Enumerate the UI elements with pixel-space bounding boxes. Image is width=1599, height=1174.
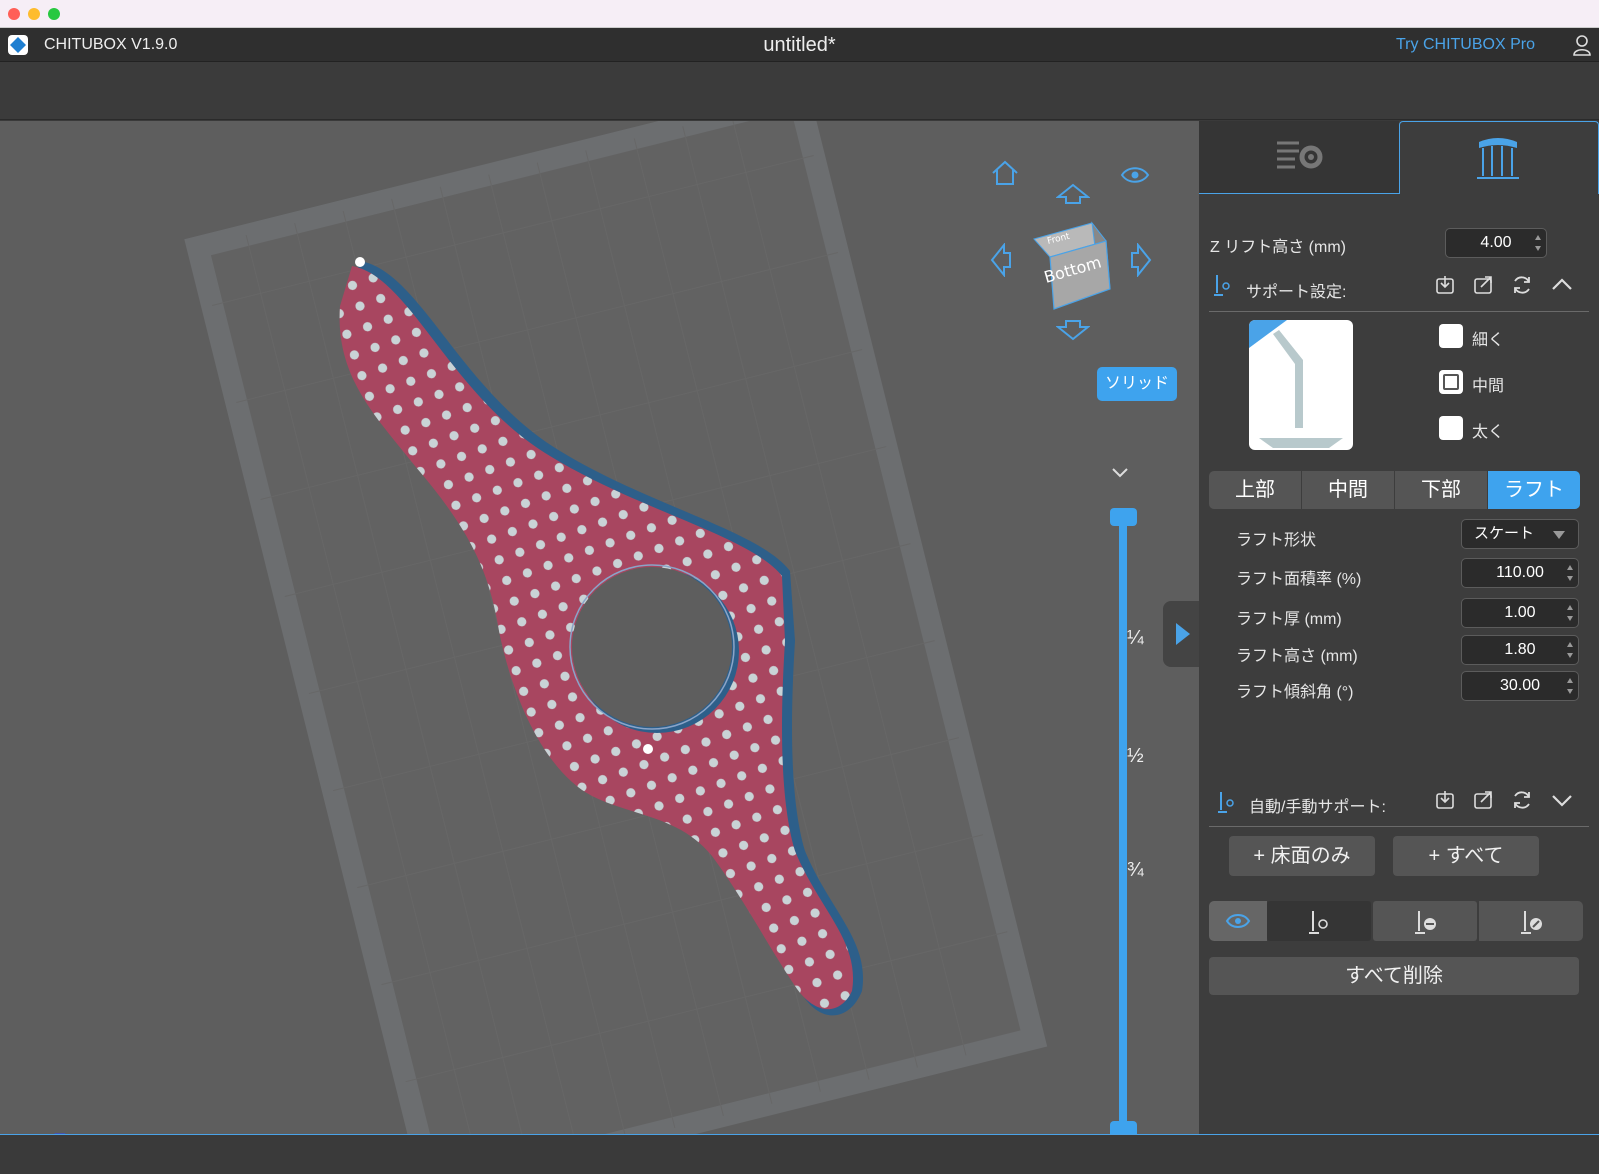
support-icon — [1477, 138, 1519, 179]
try-pro-link[interactable]: Try CHITUBOX Pro — [1396, 36, 1535, 54]
raft-shape-value: スケート — [1474, 525, 1535, 542]
arrow-right-view-icon[interactable] — [1130, 242, 1152, 282]
raft-shape-select[interactable]: スケート — [1461, 519, 1579, 549]
close-window-button[interactable] — [8, 8, 20, 20]
export-icon[interactable] — [1473, 275, 1493, 295]
stepper-icon[interactable] — [1566, 562, 1574, 584]
tab-settings[interactable] — [1199, 121, 1399, 194]
density-medium-label: 中間 — [1472, 378, 1505, 395]
support-settings-icon — [1214, 275, 1230, 296]
arrow-up-view-icon[interactable] — [1055, 183, 1091, 210]
z-lift-value: 4.00 — [1480, 234, 1512, 251]
app-name: CHITUBOX V1.9.0 — [44, 36, 178, 53]
add-support-tool[interactable] — [1267, 901, 1371, 941]
raft-shape-label: ラフト形状 — [1236, 532, 1317, 549]
add-platform-only-button[interactable]: + 床面のみ — [1229, 836, 1375, 876]
slider-mark-three-quarter: ¾ — [1127, 859, 1144, 881]
raft-height-input[interactable]: 1.80 — [1461, 635, 1579, 665]
zoom-window-button[interactable] — [48, 8, 60, 20]
scene-canvas — [184, 121, 1048, 1134]
raft-area-value: 110.00 — [1496, 564, 1544, 581]
auto-support-icon — [1218, 792, 1234, 813]
edit-support-tool[interactable] — [1479, 901, 1583, 941]
stepper-icon[interactable] — [1566, 675, 1574, 697]
divider — [1209, 311, 1589, 312]
import-icon[interactable] — [1435, 790, 1455, 810]
arrow-left-view-icon[interactable] — [990, 242, 1012, 282]
raft-area-input[interactable]: 110.00 — [1461, 558, 1579, 588]
collapse-chevron-up-icon[interactable] — [1551, 276, 1573, 292]
delete-all-button[interactable]: すべて削除 — [1209, 957, 1579, 995]
solid-render-button[interactable]: ソリッド — [1097, 367, 1177, 401]
z-lift-label: Z リフト高さ (mm) — [1210, 239, 1346, 256]
tab-top[interactable]: 上部 — [1209, 471, 1301, 509]
raft-height-label: ラフト高さ (mm) — [1236, 648, 1358, 665]
refresh-icon[interactable] — [1511, 274, 1533, 296]
refresh-icon[interactable] — [1511, 789, 1533, 811]
tab-raft[interactable]: ラフト — [1488, 471, 1580, 509]
density-thick-label: 太く — [1472, 424, 1505, 441]
eye-icon — [1225, 914, 1251, 928]
auto-support-label: 自動/手動サポート: — [1249, 799, 1386, 816]
eye-view-icon[interactable] — [1120, 165, 1150, 190]
raft-thickness-input[interactable]: 1.00 — [1461, 598, 1579, 628]
density-fine-checkbox[interactable] — [1439, 324, 1463, 348]
app-title-bar: CHITUBOX V1.9.0 untitled* Try CHITUBOX P… — [0, 28, 1599, 62]
user-icon[interactable] — [1572, 34, 1592, 61]
slider-mark-half: ½ — [1127, 745, 1144, 767]
density-fine-label: 細く — [1472, 332, 1505, 349]
window-titlebar — [0, 0, 1599, 28]
dropdown-arrow-icon — [1553, 531, 1565, 539]
raft-thickness-label: ラフト厚 (mm) — [1236, 611, 1342, 628]
tab-support[interactable] — [1399, 121, 1599, 194]
support-settings-label: サポート設定: — [1246, 284, 1347, 301]
stepper-icon[interactable] — [1566, 602, 1574, 624]
home-view-icon[interactable] — [990, 159, 1020, 192]
panel-toggle-button[interactable] — [1163, 601, 1199, 667]
slider-mark-quarter: ¼ — [1127, 627, 1144, 649]
slider-collapse-chevron-icon[interactable] — [1110, 466, 1130, 485]
view-cube[interactable]: Front Bottom — [1030, 213, 1114, 313]
raft-area-label: ラフト面積率 (%) — [1236, 571, 1362, 588]
layer-slider-track[interactable] — [1119, 509, 1127, 1129]
tab-bottom[interactable]: 下部 — [1395, 471, 1487, 509]
raft-angle-label: ラフト傾斜角 (°) — [1236, 684, 1354, 701]
axes-gizmo: Z X Y — [40, 1126, 130, 1134]
z-lift-input[interactable]: 4.00 — [1445, 228, 1547, 258]
export-icon[interactable] — [1473, 790, 1493, 810]
expand-chevron-down-icon[interactable] — [1551, 793, 1573, 809]
support-add-icon — [1309, 911, 1328, 934]
minimize-window-button[interactable] — [28, 8, 40, 20]
settings-list-icon — [1277, 141, 1323, 169]
import-icon[interactable] — [1435, 275, 1455, 295]
raft-thickness-value: 1.00 — [1504, 604, 1536, 621]
divider — [1209, 826, 1589, 827]
raft-angle-input[interactable]: 30.00 — [1461, 671, 1579, 701]
support-edit-icon — [1521, 911, 1542, 934]
status-bar — [0, 1134, 1599, 1174]
show-supports-toggle[interactable] — [1209, 901, 1267, 941]
stepper-icon[interactable] — [1566, 639, 1574, 661]
density-medium-checkbox[interactable] — [1439, 370, 1463, 394]
density-thick-checkbox[interactable] — [1439, 416, 1463, 440]
document-title: untitled* — [763, 34, 836, 56]
chitubox-logo-icon — [8, 35, 28, 55]
layer-slider-top-handle[interactable] — [1110, 508, 1137, 526]
raft-height-value: 1.80 — [1504, 641, 1536, 658]
support-remove-icon — [1415, 911, 1436, 934]
layer-slider-bottom-handle[interactable] — [1110, 1121, 1137, 1134]
toolbar — [0, 62, 1599, 120]
3d-viewport[interactable]: Front Bottom ソリッド ¼ ½ ¾ Z X Y — [0, 121, 1199, 1134]
right-panel: Z リフト高さ (mm) 4.00 サポート設定: 細く 中間 太く 上部 中間… — [1199, 121, 1599, 1134]
add-all-button[interactable]: + すべて — [1393, 836, 1539, 876]
raft-angle-value: 30.00 — [1499, 677, 1541, 694]
remove-support-tool[interactable] — [1373, 901, 1477, 941]
stepper-icon[interactable] — [1534, 232, 1542, 254]
support-preview-image — [1249, 320, 1353, 450]
tab-middle[interactable]: 中間 — [1302, 471, 1394, 509]
arrow-down-view-icon[interactable] — [1055, 319, 1091, 346]
